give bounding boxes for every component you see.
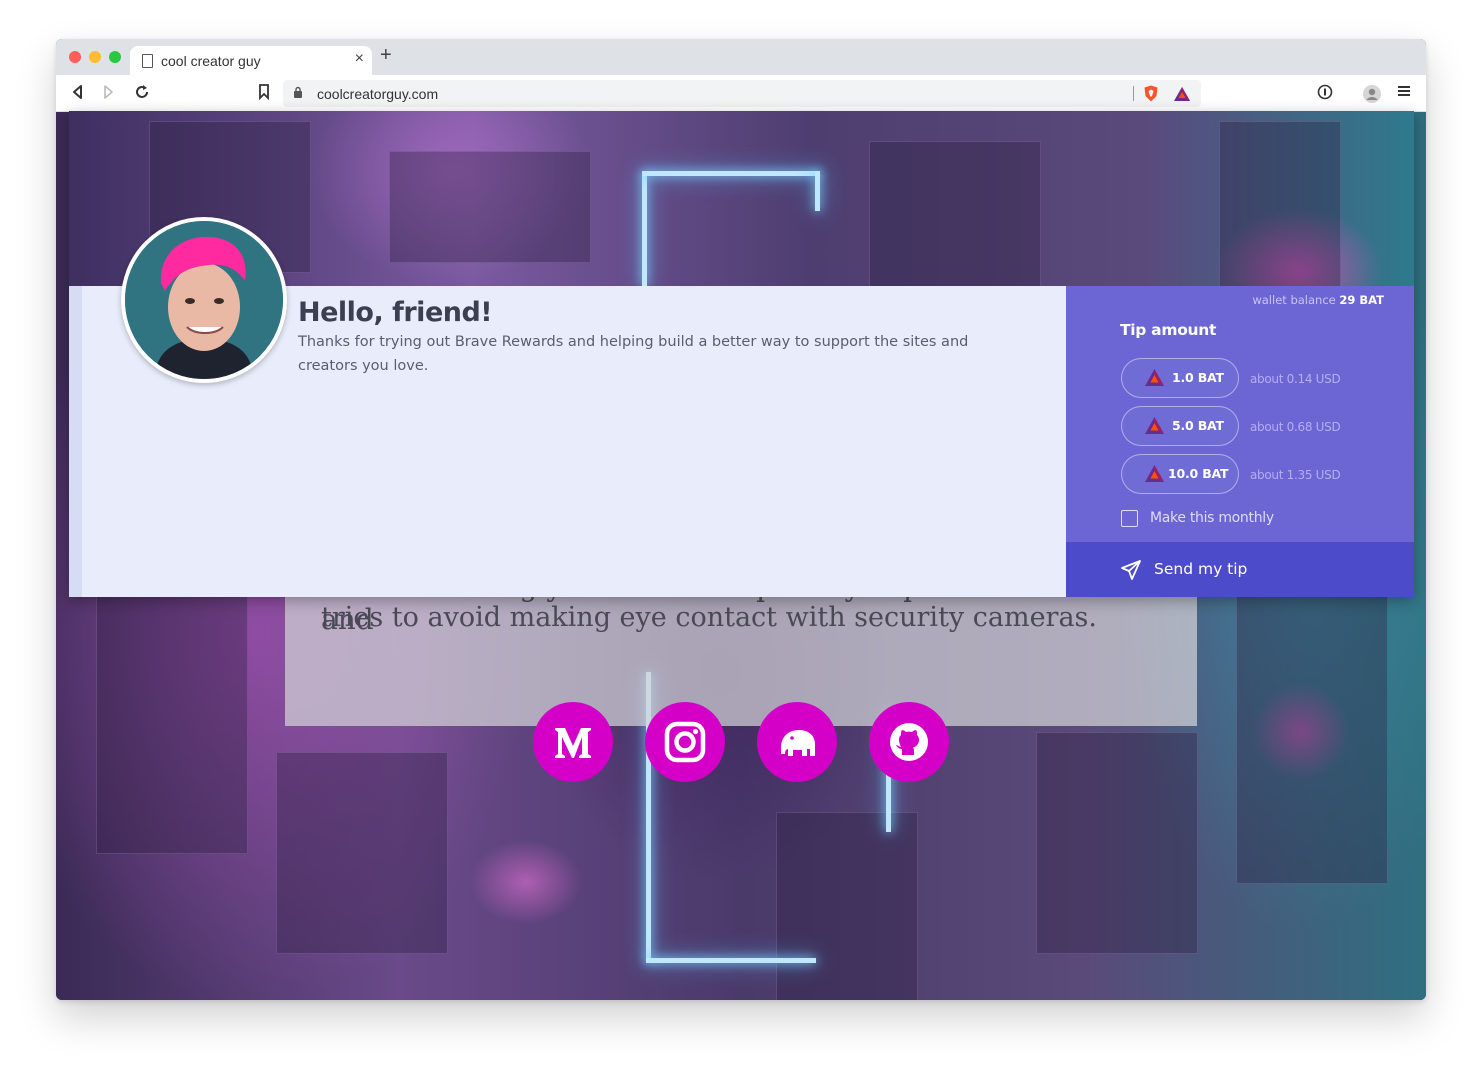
wallet-balance: wallet balance 29 BAT <box>1252 293 1384 307</box>
tip-amount-usd: about 0.14 USD <box>1250 372 1341 386</box>
make-monthly-checkbox[interactable] <box>1121 510 1138 527</box>
bg-machinery <box>389 151 591 263</box>
bookmark-icon[interactable] <box>258 84 270 105</box>
paper-plane-icon <box>1121 560 1141 580</box>
tip-amount-label: 10.0 BAT <box>1168 466 1229 481</box>
send-tip-label: Send my tip <box>1154 560 1248 578</box>
bat-icon <box>1145 369 1164 386</box>
forward-icon[interactable] <box>103 84 115 105</box>
tip-amount-usd: about 1.35 USD <box>1250 468 1341 482</box>
tip-amount-option-1[interactable]: 1.0 BAT <box>1121 358 1239 398</box>
neon-light <box>646 958 816 963</box>
tip-amount-usd: about 0.68 USD <box>1250 420 1341 434</box>
medium-link[interactable] <box>533 702 613 782</box>
bg-machinery <box>776 812 918 1000</box>
send-tip-button[interactable]: Send my tip <box>1066 542 1414 597</box>
maximize-window-button[interactable] <box>109 51 121 63</box>
github-link[interactable] <box>869 702 949 782</box>
bg-machinery <box>1036 732 1198 954</box>
neon-light <box>642 173 647 286</box>
info-icon[interactable] <box>1317 84 1333 105</box>
instagram-link[interactable] <box>645 702 725 782</box>
bat-icon <box>1145 417 1164 434</box>
browser-window: cool creator guy × + coolcreatorguy.com <box>56 39 1426 1000</box>
tip-amount-title: Tip amount <box>1120 321 1217 339</box>
browser-toolbar: coolcreatorguy.com <box>56 75 1426 112</box>
tab-close-icon[interactable]: × <box>355 50 364 68</box>
panel-edge <box>69 286 82 597</box>
rewards-tip-panel: Hello, friend! Thanks for trying out Bra… <box>69 111 1414 597</box>
bg-machinery <box>1236 552 1388 884</box>
browser-tab[interactable]: cool creator guy × <box>130 46 372 75</box>
wallet-balance-value: 29 BAT <box>1339 293 1384 307</box>
neon-light <box>642 171 820 176</box>
make-monthly-label[interactable]: Make this monthly <box>1150 510 1274 526</box>
neon-light <box>815 171 820 211</box>
brave-shields-icon[interactable] <box>1143 85 1159 102</box>
url-separator <box>1133 86 1134 101</box>
creator-portrait <box>125 221 283 379</box>
medium-icon <box>555 728 591 758</box>
close-window-button[interactable] <box>69 51 81 63</box>
tab-title: cool creator guy <box>161 53 261 69</box>
bg-machinery <box>1219 121 1341 286</box>
lock-icon <box>293 86 303 102</box>
mastodon-icon <box>781 730 815 756</box>
url-text: coolcreatorguy.com <box>317 86 439 102</box>
back-icon[interactable] <box>71 84 83 105</box>
bg-machinery <box>869 141 1041 286</box>
tip-amount-option-2[interactable]: 5.0 BAT <box>1121 406 1239 446</box>
greeting-title: Hello, friend! <box>298 297 493 328</box>
github-icon <box>890 723 928 761</box>
tab-strip: cool creator guy × + <box>56 39 1426 75</box>
reload-icon[interactable] <box>134 84 150 105</box>
profile-avatar-icon[interactable] <box>1362 84 1382 109</box>
wallet-balance-label: wallet balance <box>1252 293 1336 307</box>
address-bar[interactable]: coolcreatorguy.com <box>283 80 1201 107</box>
greeting-text: Thanks for trying out Brave Rewards and … <box>298 334 969 374</box>
tip-amount-pane: wallet balance 29 BAT Tip amount 1.0 BAT… <box>1066 286 1414 597</box>
bat-icon <box>1145 465 1164 482</box>
bg-machinery <box>96 592 248 854</box>
creator-avatar <box>121 217 287 383</box>
tip-amount-option-3[interactable]: 10.0 BAT <box>1121 454 1239 494</box>
menu-icon[interactable] <box>1398 84 1410 103</box>
mastodon-link[interactable] <box>757 702 837 782</box>
brave-rewards-icon[interactable] <box>1173 86 1191 102</box>
tip-amount-label: 1.0 BAT <box>1172 370 1224 385</box>
page-file-icon <box>142 54 153 68</box>
tip-amount-label: 5.0 BAT <box>1172 418 1224 433</box>
minimize-window-button[interactable] <box>89 51 101 63</box>
bio-text: tries to avoid making eye contact with s… <box>321 602 1097 633</box>
bg-machinery <box>276 752 448 954</box>
instagram-icon <box>664 721 706 763</box>
new-tab-button[interactable]: + <box>380 44 392 67</box>
